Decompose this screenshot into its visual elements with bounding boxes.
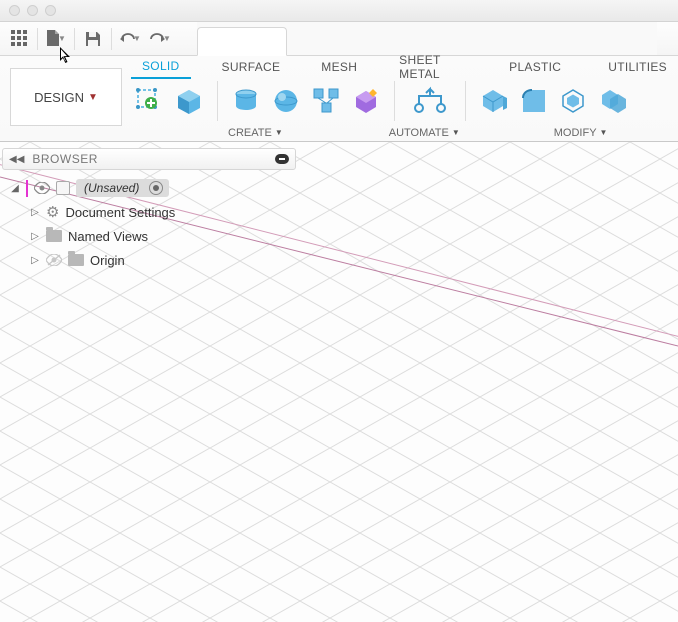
tree-root[interactable]: ◢ (Unsaved) bbox=[10, 176, 294, 200]
browser-header[interactable]: ◀◀ BROWSER bbox=[2, 148, 296, 170]
browser-settings-icon[interactable] bbox=[275, 154, 289, 164]
collapse-icon[interactable]: ◀◀ bbox=[9, 154, 24, 165]
browser-panel: ◀◀ BROWSER ◢ (Unsaved) ▷ ⚙ Document Sett… bbox=[0, 148, 298, 276]
automate-icon[interactable] bbox=[407, 85, 453, 117]
traffic-close[interactable] bbox=[9, 5, 20, 16]
folder-icon bbox=[46, 230, 62, 242]
browser-tree: ◢ (Unsaved) ▷ ⚙ Document Settings ▷ Name… bbox=[0, 170, 298, 276]
redo-icon[interactable]: ▼ bbox=[145, 25, 175, 53]
expand-triangle-icon[interactable]: ▷ bbox=[30, 255, 40, 266]
ribbon: DESIGN ▼ SOLID SURFACE MESH SHEET METAL … bbox=[0, 56, 678, 142]
create-sketch-icon[interactable] bbox=[133, 85, 165, 117]
chevron-down-icon: ▼ bbox=[58, 34, 66, 43]
document-tab[interactable] bbox=[197, 27, 287, 56]
traffic-min[interactable] bbox=[27, 5, 38, 16]
ribbon-section-create[interactable]: CREATE▼ bbox=[228, 127, 283, 139]
assemble-icon[interactable] bbox=[310, 85, 342, 117]
root-name[interactable]: (Unsaved) bbox=[76, 179, 169, 197]
sphere-icon[interactable] bbox=[270, 85, 302, 117]
press-pull-icon[interactable] bbox=[478, 85, 510, 117]
active-indicator bbox=[26, 180, 28, 197]
folder-icon bbox=[68, 254, 84, 266]
browser-title: BROWSER bbox=[32, 152, 267, 166]
fillet-icon[interactable] bbox=[518, 85, 550, 117]
chevron-down-icon: ▼ bbox=[163, 34, 171, 43]
tree-item-origin[interactable]: ▷ Origin bbox=[10, 248, 294, 272]
tree-item-document-settings[interactable]: ▷ ⚙ Document Settings bbox=[10, 200, 294, 224]
traffic-max[interactable] bbox=[45, 5, 56, 16]
activate-radio-icon[interactable] bbox=[149, 181, 163, 195]
ribbon-section-automate[interactable]: AUTOMATE▼ bbox=[389, 127, 460, 139]
file-menu-icon[interactable]: ▼ bbox=[41, 25, 71, 53]
workspace-tabs: SOLID SURFACE MESH SHEET METAL PLASTIC U… bbox=[131, 56, 678, 78]
script-icon[interactable] bbox=[350, 85, 382, 117]
tab-solid[interactable]: SOLID bbox=[131, 56, 191, 79]
visibility-icon[interactable] bbox=[34, 182, 50, 194]
save-icon[interactable] bbox=[78, 25, 108, 53]
gear-icon: ⚙ bbox=[46, 203, 59, 221]
visibility-hidden-icon[interactable] bbox=[46, 254, 62, 266]
expand-triangle-icon[interactable]: ▷ bbox=[30, 207, 40, 218]
expand-triangle-icon[interactable]: ▷ bbox=[30, 231, 40, 242]
window-titlebar bbox=[0, 0, 678, 22]
component-icon bbox=[56, 181, 70, 195]
workspace-switcher[interactable]: DESIGN ▼ bbox=[10, 68, 122, 126]
ribbon-section-modify[interactable]: MODIFY▼ bbox=[554, 127, 608, 139]
chevron-down-icon: ▼ bbox=[88, 92, 98, 103]
extrude-icon[interactable] bbox=[173, 85, 205, 117]
revolve-icon[interactable] bbox=[230, 85, 262, 117]
tree-item-named-views[interactable]: ▷ Named Views bbox=[10, 224, 294, 248]
shell-icon[interactable] bbox=[558, 85, 590, 117]
combine-icon[interactable] bbox=[598, 85, 630, 117]
data-panel-icon[interactable] bbox=[4, 25, 34, 53]
undo-icon[interactable]: ▼ bbox=[115, 25, 145, 53]
workspace-label: DESIGN bbox=[34, 90, 84, 105]
chevron-down-icon: ▼ bbox=[133, 34, 141, 43]
tab-surface[interactable]: SURFACE bbox=[211, 57, 292, 78]
tab-mesh[interactable]: MESH bbox=[310, 57, 368, 78]
ribbon-tools bbox=[131, 80, 678, 122]
tab-utilities[interactable]: UTILITIES bbox=[597, 57, 678, 78]
collapse-triangle-icon[interactable]: ◢ bbox=[10, 183, 20, 194]
tab-plastic[interactable]: PLASTIC bbox=[498, 57, 572, 78]
